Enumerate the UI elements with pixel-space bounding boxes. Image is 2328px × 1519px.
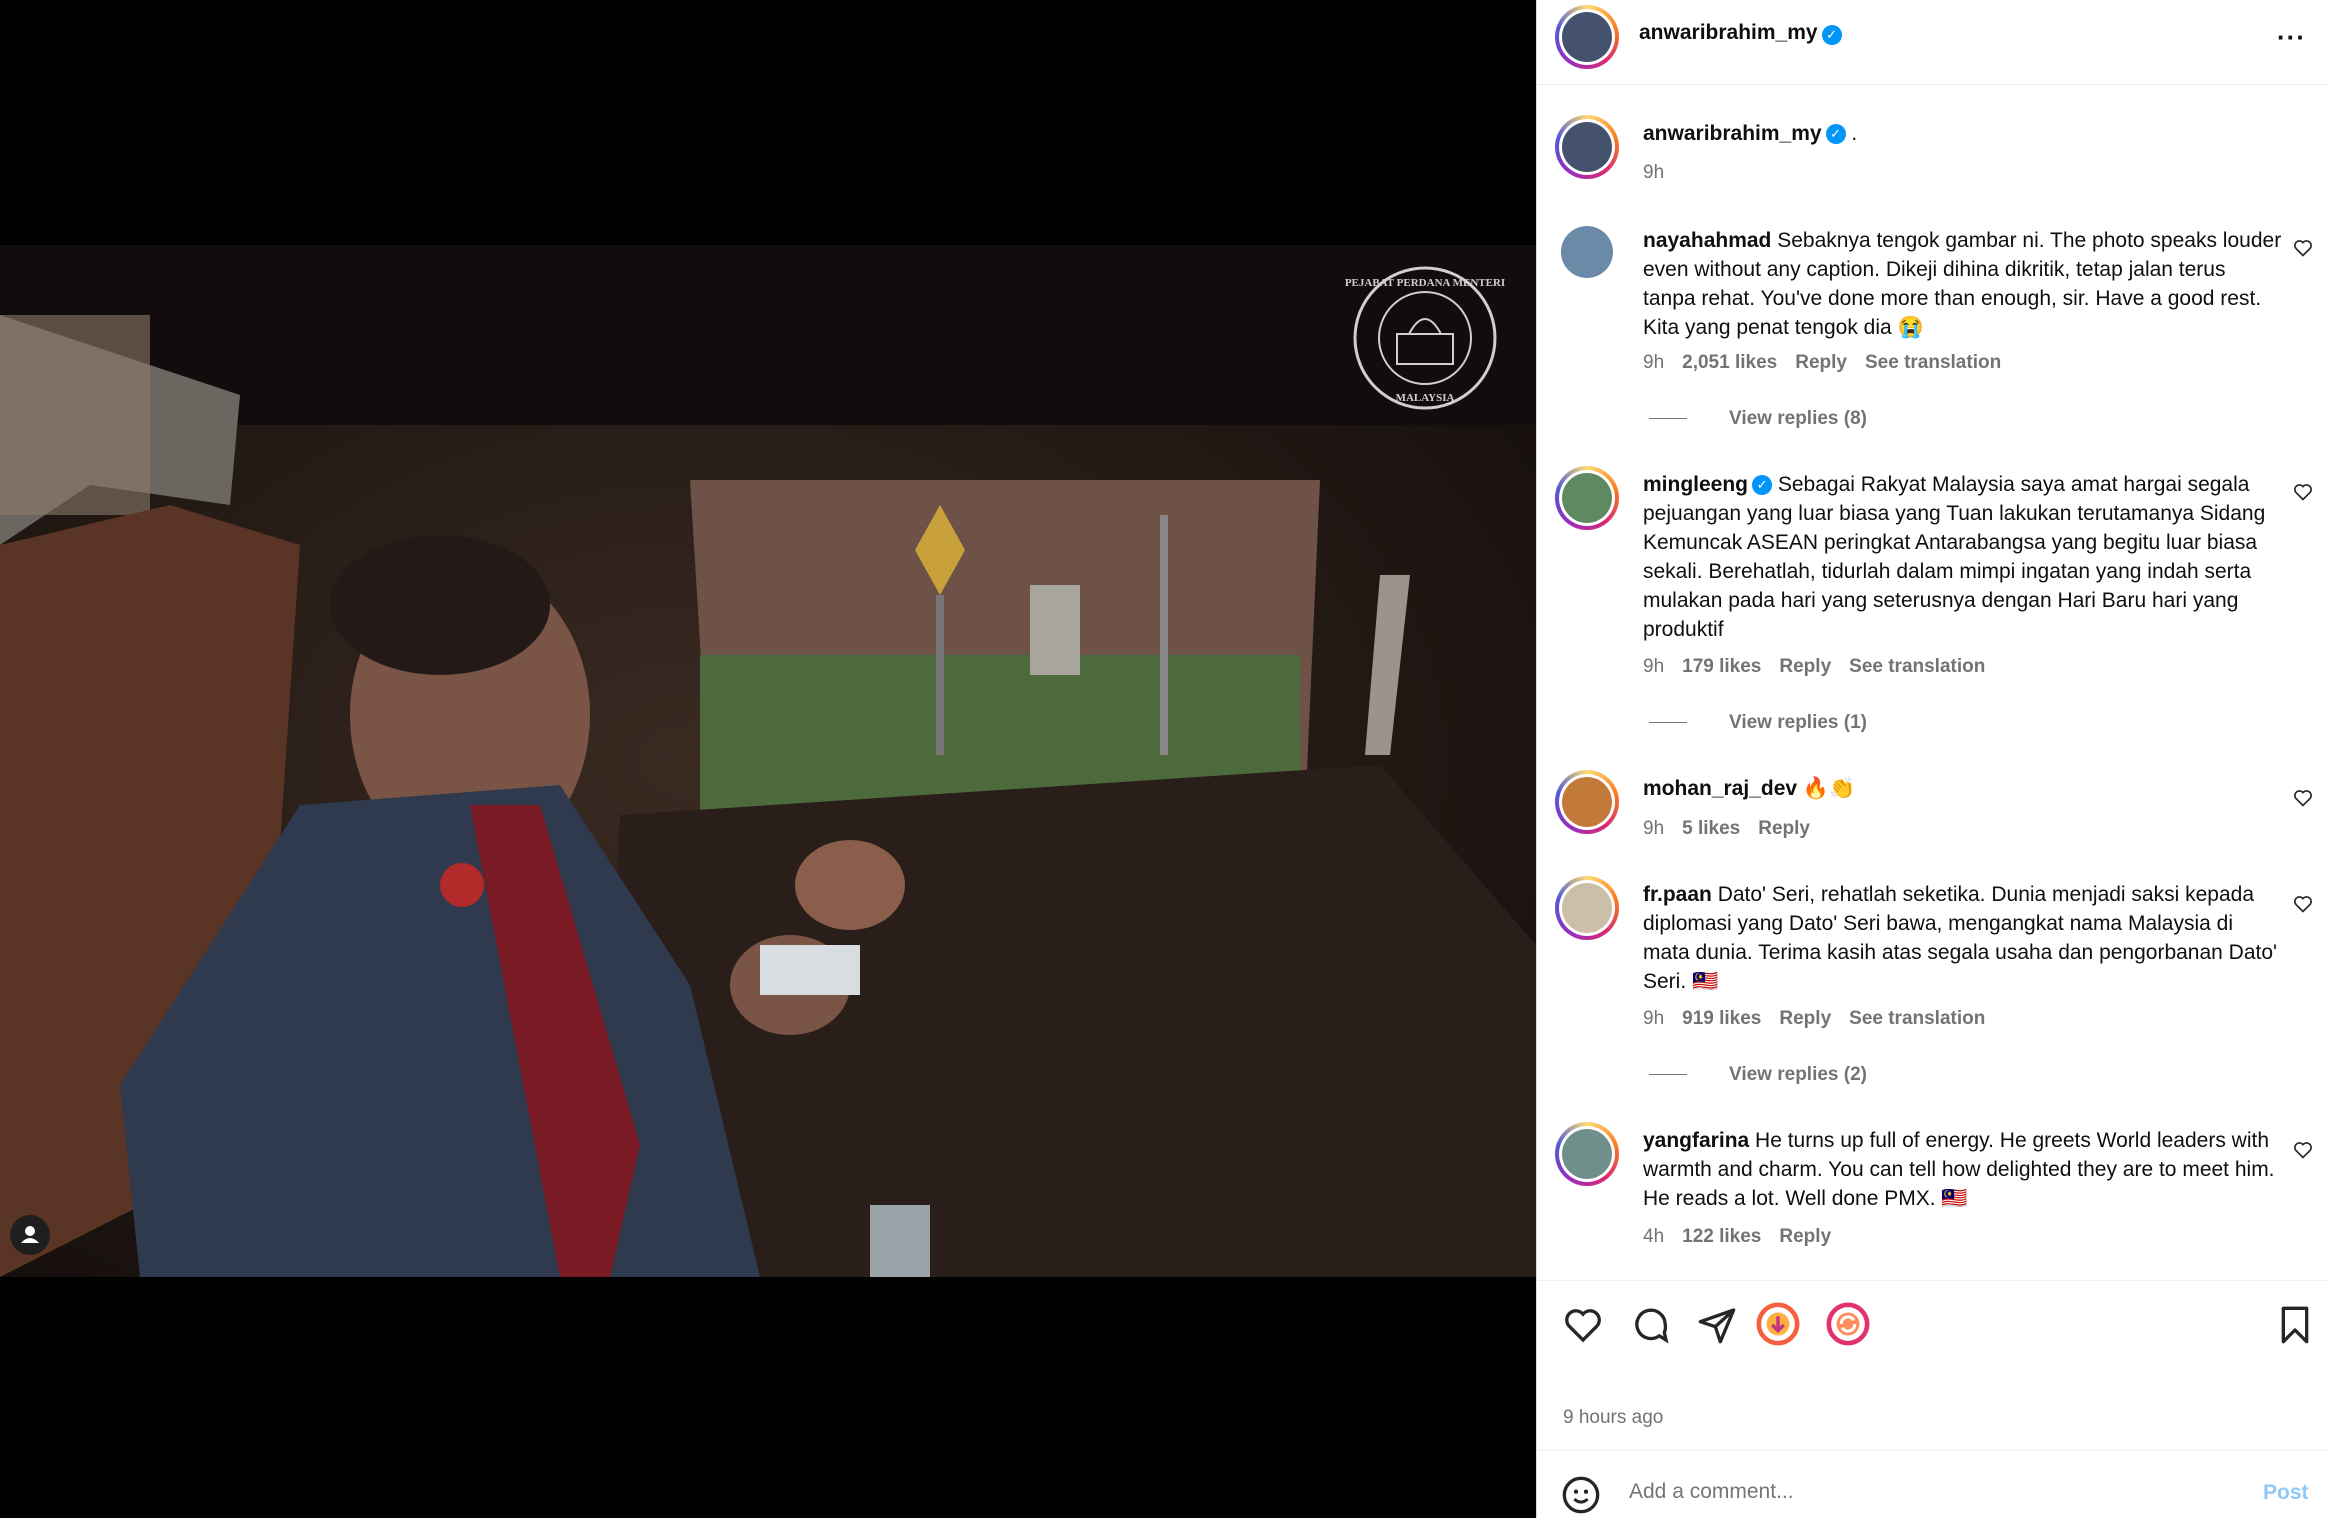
comment: mohan_raj_dev 🔥👏 9h 5 likes Reply <box>1537 770 2328 850</box>
reply-button[interactable]: Reply <box>1795 352 1847 373</box>
comment: yangfarina He turns up full of energy. H… <box>1537 1122 2328 1262</box>
like-comment-heart-icon[interactable] <box>2293 788 2313 808</box>
comment-likes[interactable]: 5 likes <box>1682 818 1740 839</box>
reply-button[interactable]: Reply <box>1779 1226 1831 1247</box>
post-header: anwaribrahim_my ✓ ··· <box>1537 0 2328 85</box>
verified-badge-icon: ✓ <box>1821 24 1842 45</box>
post-media: PEJABAT PERDANA MENTERI MALAYSIA <box>0 0 1536 1518</box>
post-timestamp[interactable]: 9 hours ago <box>1563 1407 1663 1429</box>
verified-badge-icon: ✓ <box>1752 475 1773 496</box>
comment-username[interactable]: yangfarina <box>1643 1129 1749 1152</box>
comments-panel: anwaribrahim_my ✓ ··· anwaribrahim_my ✓ . … <box>1536 0 2328 1518</box>
like-comment-heart-icon[interactable] <box>2293 238 2313 258</box>
comment-text: Sebagai Rakyat Malaysia saya amat hargai… <box>1643 473 2266 641</box>
comment-time: 9h <box>1643 352 1665 373</box>
caption-text: . <box>1851 122 1858 145</box>
repost-extension-icon[interactable] <box>1825 1301 1871 1347</box>
author-avatar[interactable] <box>1555 5 1619 69</box>
commenter-avatar[interactable] <box>1555 1122 1619 1186</box>
watermark-top-text: PEJABAT PERDANA MENTERI <box>1345 277 1505 289</box>
comment-time: 9h <box>1643 818 1665 839</box>
post-photo[interactable]: PEJABAT PERDANA MENTERI MALAYSIA <box>0 245 1536 1277</box>
caption-username[interactable]: anwaribrahim_my <box>1643 122 1822 145</box>
emoji-icon[interactable] <box>1561 1475 1601 1515</box>
reply-button[interactable]: Reply <box>1779 1008 1831 1029</box>
commenter-avatar[interactable] <box>1555 876 1619 940</box>
reply-button[interactable]: Reply <box>1758 818 1810 839</box>
comment-bubble-icon[interactable] <box>1631 1305 1671 1345</box>
car-interior-photo: PEJABAT PERDANA MENTERI MALAYSIA <box>0 245 1536 1277</box>
view-replies-button[interactable]: View replies (1) <box>1729 712 1867 733</box>
commenter-avatar[interactable] <box>1555 466 1619 530</box>
comment-time: 4h <box>1643 1226 1665 1247</box>
comment: nayahahmad Sebaknya tengok gambar ni. Th… <box>1537 222 2328 432</box>
see-translation-button[interactable]: See translation <box>1865 352 2001 373</box>
reply-button[interactable]: Reply <box>1779 656 1831 677</box>
post-comment-button[interactable]: Post <box>2263 1481 2309 1505</box>
share-paper-plane-icon[interactable] <box>1697 1305 1737 1345</box>
comment-time: 9h <box>1643 1008 1665 1029</box>
tagged-users-icon[interactable] <box>10 1215 50 1255</box>
comment-likes[interactable]: 122 likes <box>1682 1226 1761 1247</box>
comment: fr.paan Dato' Seri, rehatlah seketika. D… <box>1537 876 2328 1086</box>
comment-likes[interactable]: 179 likes <box>1682 656 1761 677</box>
comment-username[interactable]: mingleeng <box>1643 473 1748 496</box>
comment: mingleeng ✓ Sebagai Rakyat Malaysia saya … <box>1537 466 2328 736</box>
like-comment-heart-icon[interactable] <box>2293 1140 2313 1160</box>
author-username[interactable]: anwaribrahim_my <box>1639 21 1818 44</box>
like-comment-heart-icon[interactable] <box>2293 482 2313 502</box>
commenter-avatar[interactable] <box>1561 226 1613 278</box>
caption-avatar[interactable] <box>1555 115 1619 179</box>
comment-username[interactable]: fr.paan <box>1643 883 1712 906</box>
comment-composer: Post <box>1537 1450 2328 1519</box>
watermark-bottom-text: MALAYSIA <box>1396 392 1455 404</box>
see-translation-button[interactable]: See translation <box>1849 1008 1985 1029</box>
like-heart-icon[interactable] <box>1563 1305 1603 1345</box>
comment-username[interactable]: mohan_raj_dev <box>1643 777 1797 800</box>
caption-block: anwaribrahim_my ✓ . 9h <box>1537 110 2328 190</box>
caption-time: 9h <box>1643 162 1665 183</box>
see-translation-button[interactable]: See translation <box>1849 656 1985 677</box>
commenter-avatar[interactable] <box>1555 770 1619 834</box>
save-bookmark-icon[interactable] <box>2275 1305 2315 1345</box>
action-bar: 9 hours ago <box>1537 1280 2328 1451</box>
like-comment-heart-icon[interactable] <box>2293 894 2313 914</box>
comment-username[interactable]: nayahahmad <box>1643 229 1771 252</box>
verified-badge-icon: ✓ <box>1825 124 1846 145</box>
view-replies-button[interactable]: View replies (2) <box>1729 1064 1867 1085</box>
comment-likes[interactable]: 919 likes <box>1682 1008 1761 1029</box>
comment-text: Dato' Seri, rehatlah seketika. Dunia men… <box>1643 883 2278 993</box>
download-extension-icon[interactable] <box>1755 1301 1801 1347</box>
comment-time: 9h <box>1643 656 1665 677</box>
comment-text: 🔥👏 <box>1802 777 1856 800</box>
comment-input[interactable] <box>1627 1473 2191 1511</box>
comment-likes[interactable]: 2,051 likes <box>1682 352 1777 373</box>
view-replies-button[interactable]: View replies (8) <box>1729 408 1867 429</box>
more-options-icon[interactable]: ··· <box>2277 22 2306 53</box>
